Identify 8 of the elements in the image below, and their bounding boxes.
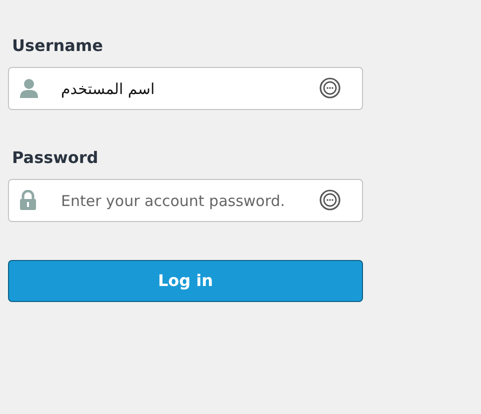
lock-icon [19, 190, 37, 210]
input-field[interactable]: اسم المستخدم [8, 67, 363, 110]
input-field[interactable]: Enter your account password. [8, 179, 363, 222]
password-manager-icon[interactable] [319, 189, 341, 211]
user-icon [19, 78, 39, 98]
password-manager-icon[interactable] [319, 77, 341, 99]
field-label: Username [12, 35, 104, 57]
field-label: Password [12, 147, 100, 169]
